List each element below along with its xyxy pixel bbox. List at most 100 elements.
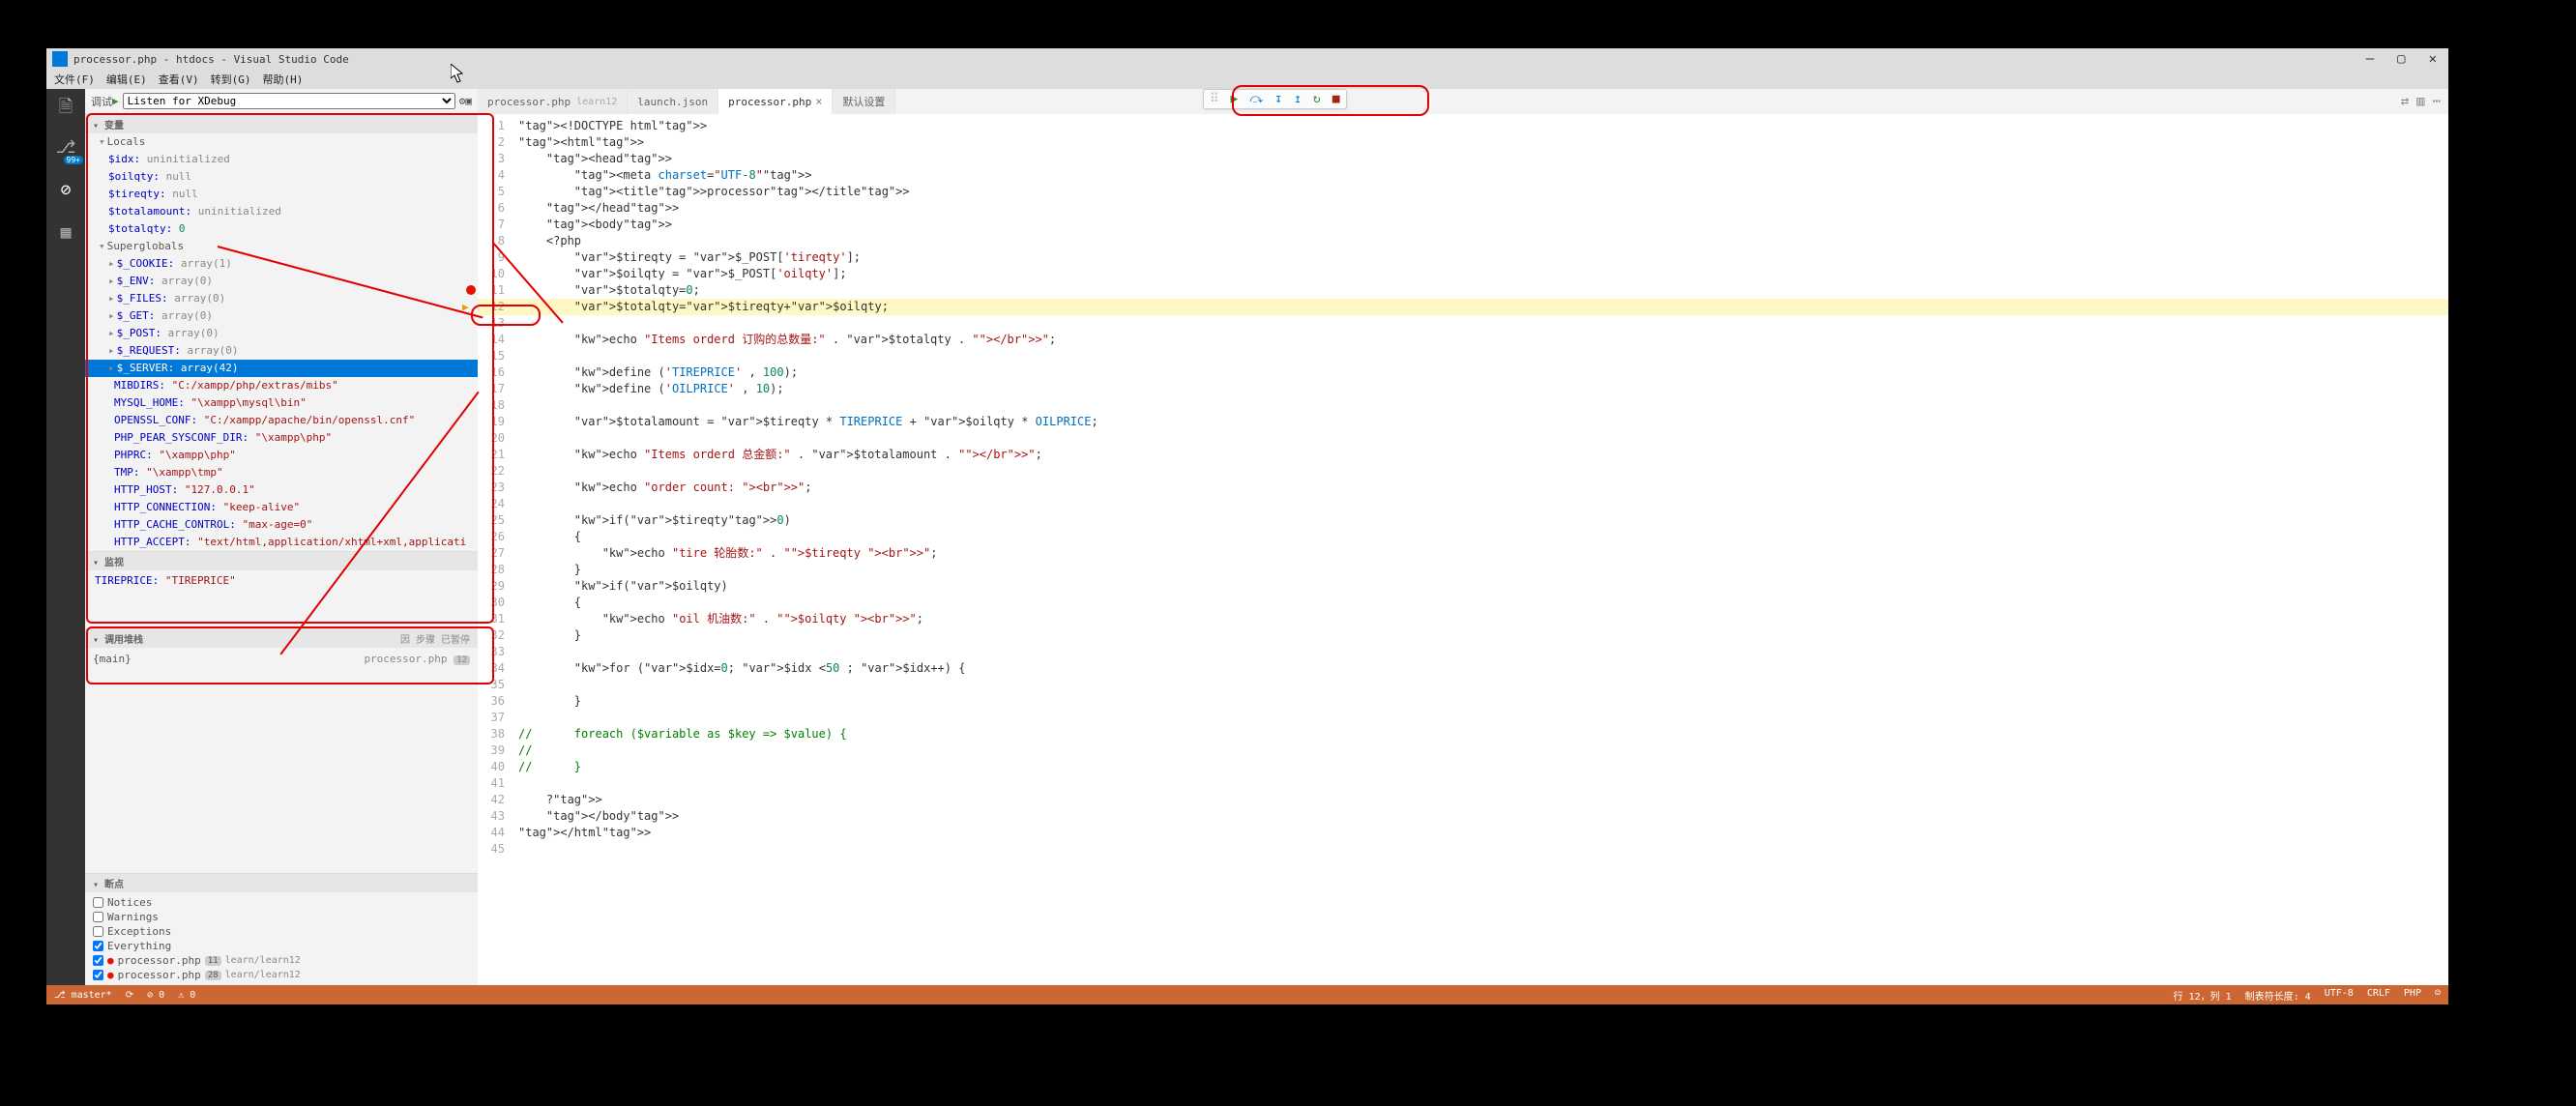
- var-row[interactable]: $totalqty: 0: [85, 220, 478, 238]
- code-line[interactable]: [518, 496, 2448, 512]
- debug-config-select[interactable]: Listen for XDebug: [123, 93, 455, 109]
- gutter-line[interactable]: 39: [478, 742, 505, 759]
- code-line[interactable]: "var">$tireqty = "var">$_POST['tireqty']…: [518, 249, 2448, 266]
- section-variables[interactable]: ▾ 变量: [85, 114, 478, 133]
- tab[interactable]: launch.json: [628, 89, 718, 114]
- gutter-line[interactable]: 14: [478, 332, 505, 348]
- var-row[interactable]: ▸$_SERVER: array(42): [85, 360, 478, 377]
- menu-goto[interactable]: 转到(G): [211, 72, 251, 87]
- gutter-line[interactable]: 30: [478, 595, 505, 611]
- gutter-line[interactable]: 35: [478, 677, 505, 693]
- code-line[interactable]: [518, 841, 2448, 858]
- stop-icon[interactable]: ■: [1332, 92, 1340, 106]
- var-row[interactable]: OPENSSL_CONF: "C:/xampp/apache/bin/opens…: [85, 412, 478, 429]
- minimize-button[interactable]: —: [2366, 51, 2374, 67]
- editor[interactable]: 1234567891011▶12131415161718192021222324…: [478, 114, 2448, 985]
- var-row[interactable]: $totalamount: uninitialized: [85, 203, 478, 220]
- step-over-icon[interactable]: ⤼: [1249, 92, 1263, 106]
- code-line[interactable]: [518, 710, 2448, 726]
- gutter-line[interactable]: 7: [478, 217, 505, 233]
- status-errors[interactable]: ⊘ 0: [147, 990, 164, 1001]
- activity-bar[interactable]: 🗎 ⎇ ⊘ ▦: [46, 89, 85, 985]
- code-line[interactable]: [518, 397, 2448, 414]
- debug-icon[interactable]: ⊘: [54, 180, 77, 203]
- bp-checkbox[interactable]: [93, 897, 103, 908]
- gutter-line[interactable]: 6: [478, 200, 505, 217]
- gutter-line[interactable]: 36: [478, 693, 505, 710]
- bp-checkbox[interactable]: [93, 970, 103, 980]
- explorer-icon[interactable]: 🗎: [54, 95, 77, 118]
- gutter-line[interactable]: 24: [478, 496, 505, 512]
- var-row[interactable]: ▸$_REQUEST: array(0): [85, 342, 478, 360]
- gutter-line[interactable]: 19: [478, 414, 505, 430]
- gutter-line[interactable]: 16: [478, 364, 505, 381]
- code-line[interactable]: [518, 644, 2448, 660]
- split-icon[interactable]: ▥: [2416, 94, 2424, 109]
- code-line[interactable]: "tag"></body"tag">>: [518, 808, 2448, 825]
- step-out-icon[interactable]: ↥: [1294, 92, 1302, 106]
- code-line[interactable]: "kw">echo "order count: "><br">>";: [518, 480, 2448, 496]
- status-branch[interactable]: ⎇ master*: [54, 990, 112, 1001]
- more-icon[interactable]: ⋯: [2433, 94, 2441, 109]
- bp-checkbox[interactable]: [93, 912, 103, 922]
- code-line[interactable]: "tag"><title"tag">>processor"tag"></titl…: [518, 184, 2448, 200]
- code-line[interactable]: "tag"><head"tag">>: [518, 151, 2448, 167]
- status-lang[interactable]: PHP: [2404, 988, 2421, 1003]
- gutter-line[interactable]: 21: [478, 447, 505, 463]
- status-enc[interactable]: UTF-8: [2325, 988, 2354, 1003]
- code-line[interactable]: "kw">for ("var">$idx=0; "var">$idx <50 ;…: [518, 660, 2448, 677]
- gutter-line[interactable]: ▶12: [478, 299, 505, 315]
- scm-icon[interactable]: ⎇: [54, 137, 77, 160]
- code-line[interactable]: [518, 775, 2448, 792]
- code-line[interactable]: "kw">echo "Items orderd 总金额:" . "var">$t…: [518, 447, 2448, 463]
- code-line[interactable]: "var">$totalqty="var">$tireqty+"var">$oi…: [518, 299, 2448, 315]
- gutter-line[interactable]: 20: [478, 430, 505, 447]
- gutter-line[interactable]: 29: [478, 578, 505, 595]
- code-line[interactable]: "tag"><html"tag">>: [518, 134, 2448, 151]
- menu-help[interactable]: 帮助(H): [263, 72, 304, 87]
- gutter-line[interactable]: 32: [478, 627, 505, 644]
- gutter-line[interactable]: 15: [478, 348, 505, 364]
- code-line[interactable]: }: [518, 693, 2448, 710]
- var-row[interactable]: $oilqty: null: [85, 168, 478, 186]
- gutter-line[interactable]: 2: [478, 134, 505, 151]
- status-pos[interactable]: 行 12，列 1: [2174, 988, 2232, 1003]
- bp-checkbox[interactable]: [93, 955, 103, 966]
- gutter-line[interactable]: 45: [478, 841, 505, 858]
- code-line[interactable]: {: [518, 595, 2448, 611]
- code-line[interactable]: "kw">echo "tire 轮胎数:" . "">$tireqty "><b…: [518, 545, 2448, 562]
- gutter-line[interactable]: 44: [478, 825, 505, 841]
- gutter-line[interactable]: 41: [478, 775, 505, 792]
- var-row[interactable]: ▸$_GET: array(0): [85, 307, 478, 325]
- code-line[interactable]: {: [518, 529, 2448, 545]
- menubar[interactable]: 文件(F) 编辑(E) 查看(V) 转到(G) 帮助(H): [46, 70, 2448, 89]
- var-row[interactable]: $tireqty: null: [85, 186, 478, 203]
- gutter-line[interactable]: 43: [478, 808, 505, 825]
- code-line[interactable]: "kw">echo "Items orderd 订购的总数量:" . "var"…: [518, 332, 2448, 348]
- ext-icon[interactable]: ▦: [54, 222, 77, 246]
- code-line[interactable]: [518, 463, 2448, 480]
- gutter-line[interactable]: 1: [478, 118, 505, 134]
- bp-checkbox[interactable]: [93, 926, 103, 937]
- var-row[interactable]: ▸$_ENV: array(0): [85, 273, 478, 290]
- code-line[interactable]: }: [518, 562, 2448, 578]
- section-callstack[interactable]: ▾ 调用堆栈 因 步骤 已暂停: [85, 628, 478, 648]
- close-button[interactable]: ✕: [2429, 51, 2437, 67]
- code-line[interactable]: "kw">define ('OILPRICE' , 10);: [518, 381, 2448, 397]
- drag-handle-icon[interactable]: ⠿: [1210, 92, 1219, 106]
- var-row[interactable]: TMP: "\xampp\tmp": [85, 464, 478, 481]
- gutter-line[interactable]: 25: [478, 512, 505, 529]
- maximize-button[interactable]: ▢: [2397, 51, 2405, 67]
- code-line[interactable]: ?"tag">>: [518, 792, 2448, 808]
- bp-checkbox[interactable]: [93, 941, 103, 951]
- var-row[interactable]: MYSQL_HOME: "\xampp\mysql\bin": [85, 394, 478, 412]
- gutter-line[interactable]: 3: [478, 151, 505, 167]
- var-row[interactable]: $idx: uninitialized: [85, 151, 478, 168]
- gutter-line[interactable]: 8: [478, 233, 505, 249]
- code-line[interactable]: "kw">if("var">$tireqty"tag">>0): [518, 512, 2448, 529]
- breakpoint-icon[interactable]: [466, 285, 476, 295]
- gutter-line[interactable]: 10: [478, 266, 505, 282]
- tab[interactable]: processor.php×: [718, 89, 833, 114]
- gutter-line[interactable]: 33: [478, 644, 505, 660]
- gutter-line[interactable]: 18: [478, 397, 505, 414]
